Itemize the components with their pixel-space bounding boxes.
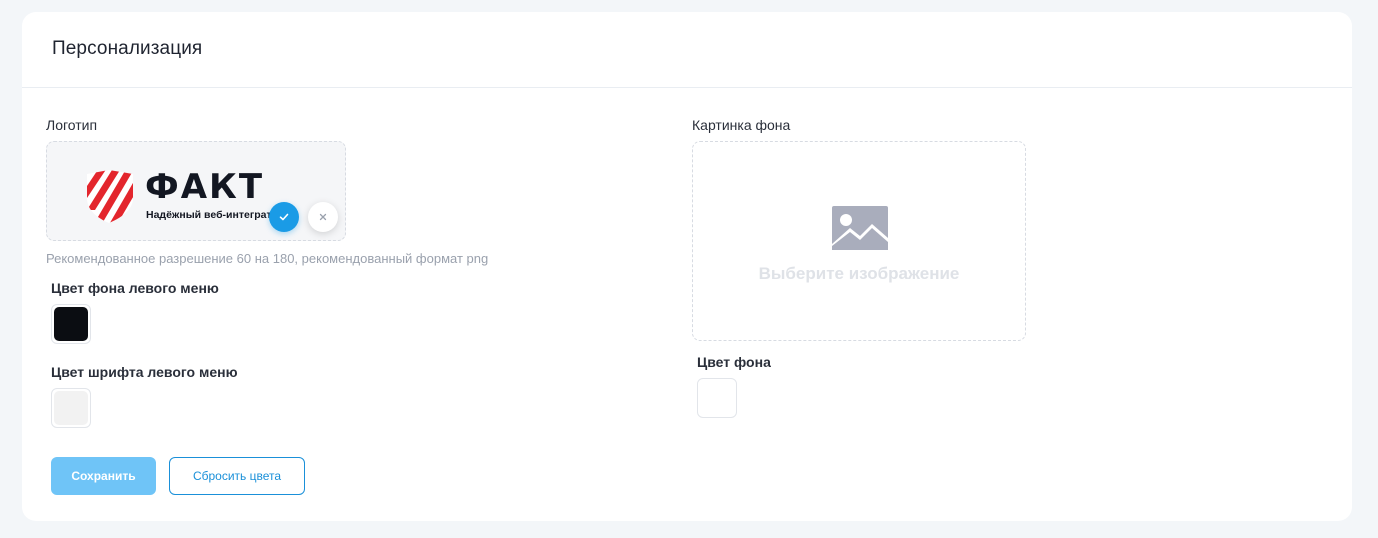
image-icon <box>832 206 888 250</box>
background-image-placeholder: Выберите изображение <box>758 264 960 283</box>
logo-label: Логотип <box>46 117 98 133</box>
background-color-label: Цвет фона <box>697 354 771 370</box>
logo-shield-icon <box>87 170 133 223</box>
confirm-logo-button[interactable] <box>269 202 299 232</box>
close-icon <box>319 213 327 221</box>
left-menu-bg-color-picker[interactable] <box>51 304 91 344</box>
remove-logo-button[interactable] <box>308 202 338 232</box>
left-menu-bg-swatch <box>54 307 88 341</box>
left-menu-font-swatch <box>54 391 88 425</box>
logo-wordmark: ФАКТ <box>145 167 265 207</box>
reset-colors-button[interactable]: Сбросить цвета <box>169 457 305 495</box>
page-title: Персонализация <box>52 38 203 59</box>
left-menu-font-color-picker[interactable] <box>51 388 91 428</box>
left-menu-bg-label: Цвет фона левого меню <box>51 280 219 296</box>
personalization-card: Персонализация Логотип ФАКТ Надёжный веб… <box>22 12 1352 521</box>
background-image-label: Картинка фона <box>692 117 791 133</box>
background-color-swatch <box>700 381 734 415</box>
logo-hint: Рекомендованное разрешение 60 на 180, ре… <box>46 251 489 266</box>
background-image-upload-area[interactable]: Выберите изображение <box>692 141 1026 341</box>
check-icon <box>279 213 289 221</box>
logo-upload-area[interactable]: ФАКТ Надёжный веб-интегратор <box>46 141 346 241</box>
logo-tagline: Надёжный веб-интегратор <box>146 209 285 221</box>
logo-preview: ФАКТ Надёжный веб-интегратор <box>85 168 297 226</box>
save-button[interactable]: Сохранить <box>51 457 156 495</box>
card-header: Персонализация <box>22 12 1352 88</box>
background-color-picker[interactable] <box>697 378 737 418</box>
left-menu-font-label: Цвет шрифта левого меню <box>51 364 238 380</box>
